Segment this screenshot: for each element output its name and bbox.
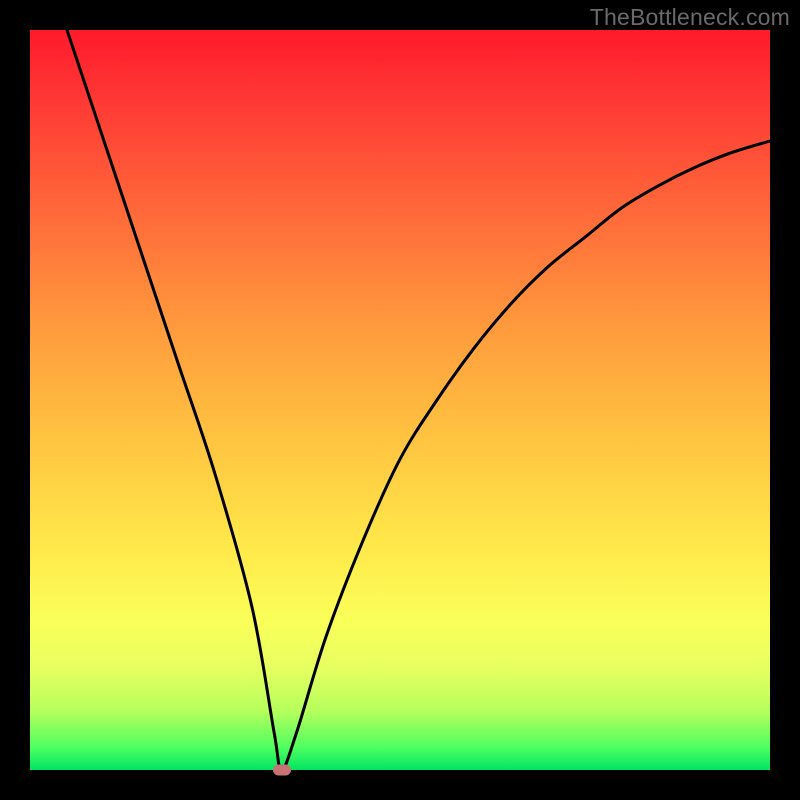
plot-area	[30, 30, 770, 770]
watermark-text: TheBottleneck.com	[590, 4, 790, 31]
chart-frame: TheBottleneck.com	[0, 0, 800, 800]
optimal-point-marker	[273, 765, 291, 776]
bottleneck-curve	[67, 30, 770, 770]
curve-layer	[30, 30, 770, 770]
